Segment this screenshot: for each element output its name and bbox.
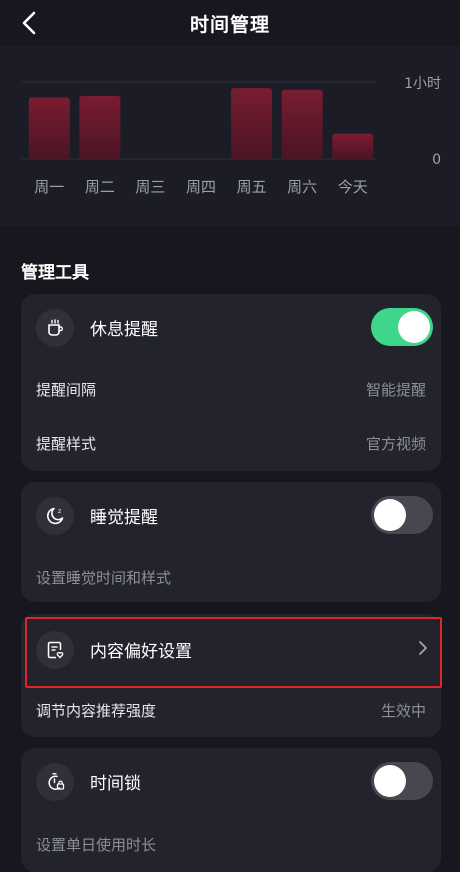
sleep-settings-label: 设置睡觉时间和样式 — [36, 569, 172, 587]
x-tick-label: 周五 — [237, 178, 267, 196]
cup-icon — [36, 309, 74, 347]
y-tick-label-zero: 0 — [432, 152, 441, 168]
time-lock-row: 时间锁 — [21, 748, 441, 814]
bar-7 — [332, 133, 374, 159]
highlight-box — [25, 617, 442, 688]
sleep-reminder-card: z 睡觉提醒 设置睡觉时间和样式 — [21, 482, 441, 602]
sleep-settings-row[interactable]: 设置睡觉时间和样式 — [21, 554, 441, 600]
time-lock-card: 时间锁 设置单日使用时长 — [21, 748, 441, 872]
x-tick-label: 今天 — [338, 178, 368, 196]
reminder-interval-row[interactable]: 提醒间隔 智能提醒 — [21, 366, 441, 412]
header: 时间管理 — [0, 0, 460, 46]
daily-limit-row[interactable]: 设置单日使用时长 — [21, 821, 441, 867]
bar-6 — [281, 89, 323, 159]
rest-reminder-toggle[interactable] — [371, 308, 433, 346]
toggle-knob — [374, 499, 406, 531]
rest-reminder-row: 休息提醒 — [21, 294, 441, 360]
timer-lock-icon — [36, 763, 74, 801]
recommendation-strength-label: 调节内容推荐强度 — [36, 702, 157, 720]
sleep-reminder-toggle[interactable] — [371, 496, 433, 534]
bar-1 — [28, 97, 70, 159]
toggle-knob — [374, 765, 406, 797]
reminder-style-label: 提醒样式 — [36, 435, 97, 453]
rest-reminder-card: 休息提醒 提醒间隔 智能提醒 提醒样式 官方视频 — [21, 294, 441, 471]
bar-2 — [79, 95, 121, 159]
x-tick-label: 周二 — [85, 178, 115, 196]
recommendation-strength-row[interactable]: 调节内容推荐强度 生效中 — [21, 687, 441, 733]
x-tick-label: 周六 — [287, 178, 317, 196]
moon-icon: z — [36, 497, 74, 535]
section-title: 管理工具 — [21, 263, 89, 283]
page-title: 时间管理 — [189, 14, 270, 36]
reminder-interval-label: 提醒间隔 — [36, 381, 97, 399]
recommendation-strength-value: 生效中 — [380, 702, 426, 720]
rest-reminder-label: 休息提醒 — [90, 320, 158, 340]
sleep-reminder-label: 睡觉提醒 — [90, 508, 158, 528]
bar-5 — [231, 88, 273, 159]
usage-bar-chart: 周一 周二 周三 周四 周五 周六 今天 1小时 0 — [22, 76, 441, 196]
usage-chart: 周一 周二 周三 周四 周五 周六 今天 1小时 0 — [0, 46, 460, 226]
time-lock-label: 时间锁 — [90, 774, 141, 794]
svg-text:z: z — [58, 508, 61, 515]
x-tick-label: 周三 — [135, 178, 165, 196]
reminder-interval-value: 智能提醒 — [365, 381, 426, 399]
reminder-style-value: 官方视频 — [365, 435, 426, 453]
x-tick-label: 周四 — [186, 178, 216, 196]
y-tick-label-max: 1小时 — [404, 76, 441, 92]
time-lock-toggle[interactable] — [371, 762, 433, 800]
x-tick-label: 周一 — [34, 178, 64, 196]
sleep-reminder-row: z 睡觉提醒 — [21, 482, 441, 548]
daily-limit-label: 设置单日使用时长 — [36, 836, 157, 854]
reminder-style-row[interactable]: 提醒样式 官方视频 — [21, 420, 441, 466]
toggle-knob — [398, 311, 430, 343]
